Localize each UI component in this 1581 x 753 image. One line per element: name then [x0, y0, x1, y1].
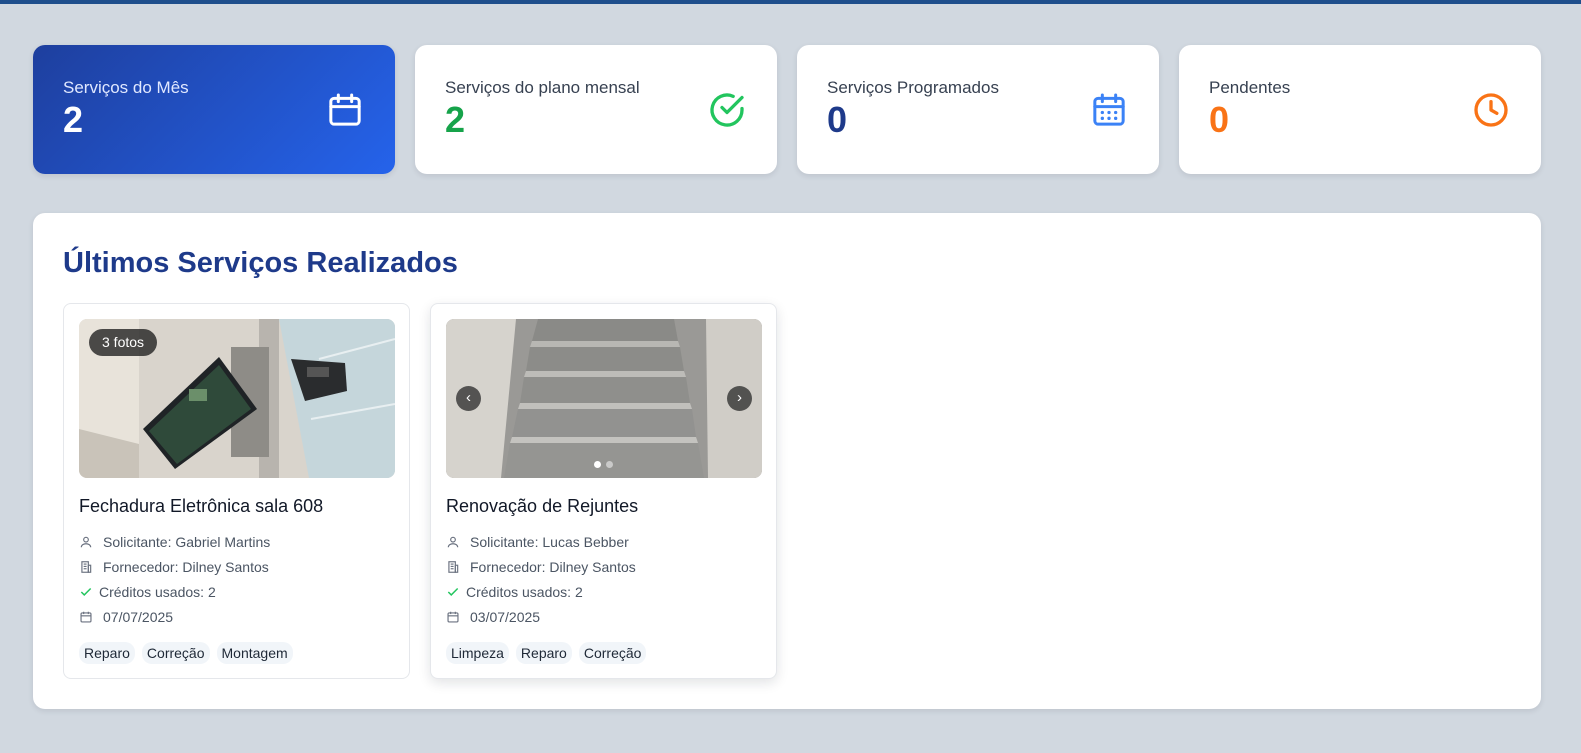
credits-row: Créditos usados: 2	[79, 584, 216, 600]
credits-row: Créditos usados: 2	[446, 584, 583, 600]
tag: Montagem	[216, 642, 293, 664]
carousel-dot[interactable]	[606, 461, 613, 468]
calendar-icon	[329, 93, 361, 126]
stat-card-monthly-plan: Serviços do plano mensal 2	[415, 45, 777, 174]
stat-card-scheduled: Serviços Programados 0	[797, 45, 1159, 174]
photo-stairs-image	[446, 319, 762, 478]
tag: Reparo	[79, 642, 135, 664]
stat-value: 2	[63, 99, 84, 140]
tag: Limpeza	[446, 642, 509, 664]
tag-list: Limpeza Reparo Correção	[446, 642, 647, 664]
top-accent-bar	[0, 0, 1581, 4]
carousel-next-button[interactable]: ›	[727, 386, 752, 411]
check-circle-icon	[710, 93, 744, 127]
requester-row: Solicitante: Lucas Bebber	[446, 534, 629, 550]
service-photo[interactable]: ‹ ›	[446, 319, 762, 478]
carousel-dot-active[interactable]	[594, 461, 601, 468]
supplier-row: Fornecedor: Dilney Santos	[79, 559, 269, 575]
stat-card-services-month: Serviços do Mês 2	[33, 45, 395, 174]
date-text: 07/07/2025	[103, 609, 174, 625]
stat-label: Serviços do plano mensal	[445, 78, 640, 97]
stat-value: 2	[445, 99, 466, 140]
service-title: Fechadura Eletrônica sala 608	[79, 496, 324, 516]
supplier-text: Fornecedor: Dilney Santos	[470, 559, 636, 575]
date-row: 07/07/2025	[79, 609, 173, 625]
tag: Reparo	[515, 642, 572, 664]
requester-row: Solicitante: Gabriel Martins	[79, 534, 270, 550]
check-icon	[447, 587, 459, 596]
stat-value: 0	[827, 99, 848, 140]
calendar-icon	[447, 611, 459, 623]
stats-row: Serviços do Mês 2 Serviços do plano mens…	[33, 45, 1541, 174]
stat-label: Pendentes	[1209, 78, 1291, 97]
user-icon	[447, 536, 459, 548]
requester-text: Solicitante: Gabriel Martins	[103, 534, 271, 550]
stat-label: Serviços do Mês	[63, 78, 189, 97]
panel-title: Últimos Serviços Realizados	[63, 247, 458, 279]
supplier-text: Fornecedor: Dilney Santos	[103, 559, 269, 575]
date-row: 03/07/2025	[446, 609, 540, 625]
check-icon	[80, 587, 92, 596]
calendar-icon	[80, 611, 92, 623]
stat-value: 0	[1209, 99, 1230, 140]
tag-list: Reparo Correção Montagem	[79, 642, 293, 664]
service-title: Renovação de Rejuntes	[446, 496, 639, 516]
carousel-prev-button[interactable]: ‹	[456, 386, 481, 411]
date-text: 03/07/2025	[470, 609, 541, 625]
stat-card-pending: Pendentes 0	[1179, 45, 1541, 174]
service-card[interactable]: ‹ › Renovação de Rejuntes Solicitante: L…	[430, 303, 777, 679]
supplier-row: Fornecedor: Dilney Santos	[446, 559, 636, 575]
requester-text: Solicitante: Lucas Bebber	[470, 534, 629, 550]
tag: Correção	[141, 642, 210, 664]
recent-services-panel: Últimos Serviços Realizados 3 fotos Fech…	[33, 213, 1541, 709]
clock-icon	[1474, 93, 1508, 127]
user-icon	[80, 536, 92, 548]
building-icon	[81, 561, 92, 573]
credits-text: Créditos usados: 2	[99, 584, 216, 600]
carousel-dots	[594, 461, 613, 468]
credits-text: Créditos usados: 2	[466, 584, 583, 600]
service-photo[interactable]: 3 fotos	[79, 319, 395, 478]
tag: Correção	[578, 642, 647, 664]
service-card[interactable]: 3 fotos Fechadura Eletrônica sala 608 So…	[63, 303, 410, 679]
calendar-grid-icon	[1093, 93, 1125, 126]
building-icon	[448, 561, 459, 573]
photo-count-badge: 3 fotos	[89, 329, 158, 356]
stat-label: Serviços Programados	[827, 78, 999, 97]
